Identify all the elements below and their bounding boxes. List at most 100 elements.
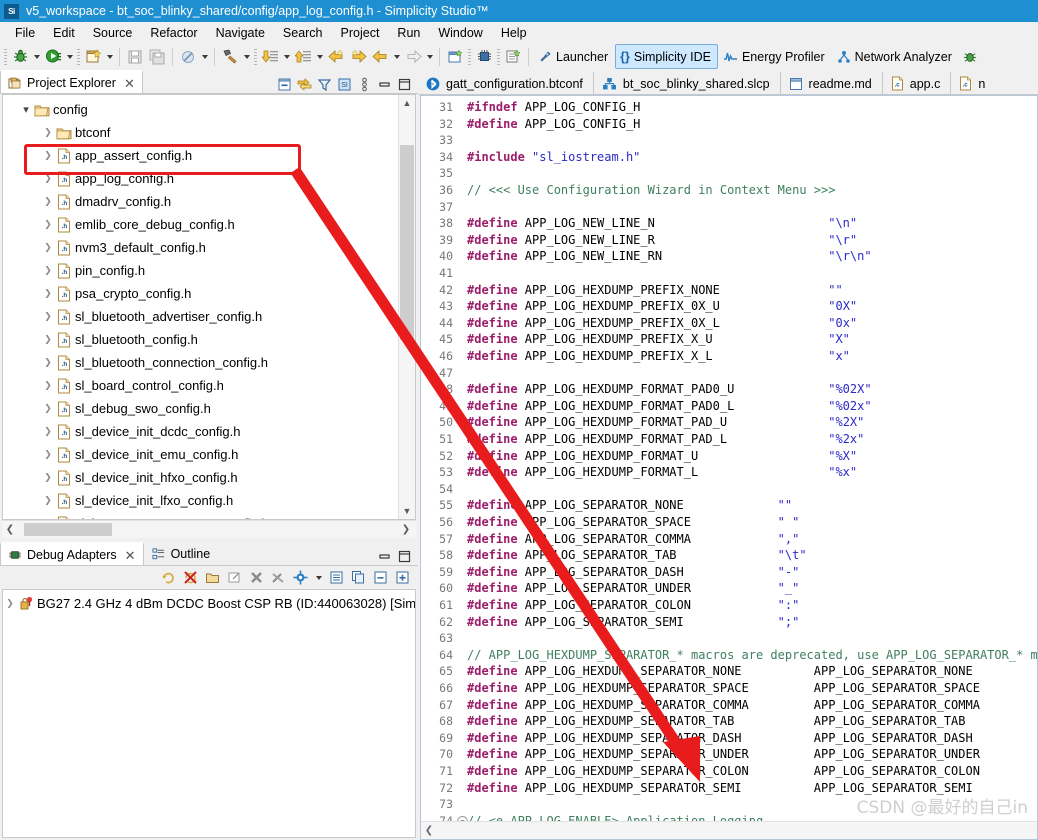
code-editor[interactable]: 31 32 33 34 35 36 37 38 39 40 41 42 43 44 45 46 47 48 49 50… [420,95,1038,840]
code-line[interactable]: #define APP_LOG_HEXDUMP_SEPARATOR_SPACE … [467,680,980,697]
forward-icon[interactable] [347,46,369,68]
code-line[interactable]: #define APP_LOG_HEXDUMP_FORMAT_PAD0_L "%… [467,398,872,415]
project-tree[interactable]: config btconf .h app_assert_config.h .h app_l… [3,95,398,519]
menu-item-project[interactable]: Project [332,24,389,42]
perspective-simplicity-ide[interactable]: {} Simplicity IDE [615,44,718,69]
code-line[interactable]: #define APP_LOG_HEXDUMP_PREFIX_X_L "x" [467,348,850,365]
tree-horizontal-scrollbar[interactable]: ❮ ❯ [2,520,416,538]
menu-item-navigate[interactable]: Navigate [207,24,274,42]
tree-item[interactable]: .h sl_device_init_lfxo_config.h [3,489,398,512]
code-line[interactable]: #define APP_LOG_HEXDUMP_FORMAT_L "%x" [467,464,857,481]
tree-item-selected[interactable]: .h app_log_config.h [3,167,398,190]
code-line[interactable]: #define APP_LOG_HEXDUMP_PREFIX_0X_L "0x" [467,315,857,332]
next-annotation-dropdown-icon[interactable] [281,46,292,68]
expand-twisty-icon[interactable] [41,357,55,368]
preferences-icon[interactable] [291,568,310,587]
collapse-all-icon[interactable] [371,568,390,587]
filter-icon[interactable] [315,75,334,94]
view-menu-icon[interactable] [355,75,374,94]
toolbar-grip-3[interactable] [254,48,257,65]
expand-twisty-icon[interactable] [41,472,55,483]
expand-twisty-icon[interactable] [41,403,55,414]
tree-item[interactable]: .h pin_config.h [3,259,398,282]
close-icon[interactable]: ✕ [125,549,136,562]
scroll-right-icon[interactable]: ❯ [398,524,414,535]
tree-item[interactable]: btconf [3,121,398,144]
toolbar-grip-2[interactable] [77,48,80,65]
source-code-text[interactable]: #ifndef APP_LOG_CONFIG_H #define APP_LOG_… [467,96,1037,821]
tree-item[interactable]: .h sl_board_control_config.h [3,374,398,397]
code-line[interactable]: #define APP_LOG_HEXDUMP_FORMAT_U "%X" [467,448,857,465]
editor-tab-bt-soc-blinky-shared-slcp[interactable]: bt_soc_blinky_shared.slcp [592,72,780,95]
skip-breakpoints-icon[interactable] [177,46,199,68]
tree-item[interactable]: .h sl_debug_swo_config.h [3,397,398,420]
menu-item-window[interactable]: Window [429,24,491,42]
minimize-icon[interactable] [375,547,394,566]
menu-item-source[interactable]: Source [84,24,142,42]
tree-item[interactable]: config [3,98,398,121]
code-line[interactable]: #define APP_LOG_HEXDUMP_PREFIX_X_U "X" [467,331,850,348]
tree-hscroll-thumb[interactable] [24,523,112,536]
tab-outline[interactable]: Outline [143,542,219,566]
maximize-icon[interactable] [395,75,414,94]
expand-twisty-icon[interactable] [41,426,55,437]
code-line[interactable]: #define APP_LOG_HEXDUMP_SEPARATOR_COMMA … [467,697,980,714]
code-line[interactable]: #define APP_LOG_HEXDUMP_PREFIX_NONE "" [467,282,843,299]
expand-twisty-icon[interactable] [41,311,55,322]
code-line[interactable]: #define APP_LOG_HEXDUMP_SEPARATOR_DASH A… [467,730,973,747]
expand-twisty-icon[interactable] [41,173,55,184]
menu-item-search[interactable]: Search [274,24,332,42]
rename-icon[interactable] [225,568,244,587]
code-line[interactable]: #define APP_LOG_SEPARATOR_DASH "-" [467,564,799,581]
expand-twisty-icon[interactable] [41,449,55,460]
code-line[interactable]: #define APP_LOG_HEXDUMP_FORMAT_PAD_U "%2… [467,414,864,431]
menu-item-edit[interactable]: Edit [44,24,84,42]
code-line[interactable]: #define APP_LOG_SEPARATOR_COLON ":" [467,597,799,614]
perspective-energy-profiler[interactable]: Energy Profiler [718,44,832,69]
link-with-editor-icon[interactable] [295,75,314,94]
refresh-icon[interactable] [159,568,178,587]
debug-perspective-icon[interactable] [959,46,981,68]
expand-twisty-icon[interactable] [41,495,55,506]
expand-twisty-icon[interactable] [41,518,55,519]
minimize-icon[interactable] [375,75,394,94]
tree-item[interactable]: .h sl_bluetooth_connection_config.h [3,351,398,374]
code-line[interactable]: #define APP_LOG_HEXDUMP_SEPARATOR_COLON … [467,763,980,780]
forward-nav-dropdown-icon[interactable] [424,46,435,68]
disconnect-all-icon[interactable] [181,568,200,587]
back-nav-dropdown-icon[interactable] [391,46,402,68]
expand-twisty-icon[interactable] [3,598,17,609]
properties-icon[interactable] [327,568,346,587]
collapse-twisty-icon[interactable] [19,103,33,116]
code-line[interactable]: #define APP_LOG_HEXDUMP_SEPARATOR_UNDER … [467,746,980,763]
expand-all-icon[interactable] [393,568,412,587]
tree-item[interactable]: .h sl_bluetooth_advertiser_config.h [3,305,398,328]
editor-tab-readme-md[interactable]: readme.md [779,72,882,95]
code-line[interactable]: // <<< Use Configuration Wizard in Conte… [467,182,835,199]
code-line[interactable]: #ifndef APP_LOG_CONFIG_H [467,99,640,116]
new-wizard-dropdown-icon[interactable] [104,46,115,68]
new-folder-icon[interactable] [203,568,222,587]
build-dropdown-icon[interactable] [241,46,252,68]
debug-icon[interactable] [9,46,31,68]
code-line[interactable]: #define APP_LOG_SEPARATOR_UNDER "_" [467,580,799,597]
tree-item[interactable]: .h sl_device_init_hfxo_config.h [3,466,398,489]
skip-breakpoints-dropdown-icon[interactable] [199,46,210,68]
code-viewport[interactable]: 31 32 33 34 35 36 37 38 39 40 41 42 43 44 45 46 47 48 49 50… [421,96,1037,821]
code-line[interactable]: #define APP_LOG_HEXDUMP_FORMAT_PAD_L "%2… [467,431,864,448]
debug-dropdown-icon[interactable] [31,46,42,68]
scroll-up-icon[interactable]: ▲ [399,95,415,111]
close-icon[interactable]: ✕ [124,77,135,90]
expand-twisty-icon[interactable] [41,288,55,299]
build-icon[interactable] [219,46,241,68]
collapse-all-icon[interactable] [275,75,294,94]
scroll-down-icon[interactable]: ▼ [399,503,415,519]
folding-margin[interactable]: − [457,96,468,821]
expand-twisty-icon[interactable] [41,219,55,230]
next-annotation-icon[interactable] [259,46,281,68]
editor-tab-gatt-configuration-btconf[interactable]: gatt_configuration.btconf [418,72,593,95]
tree-vertical-scrollbar[interactable]: ▲ ▼ [398,95,415,519]
previous-annotation-dropdown-icon[interactable] [314,46,325,68]
run-dropdown-icon[interactable] [64,46,75,68]
tree-item[interactable]: .h dmadrv_config.h [3,190,398,213]
